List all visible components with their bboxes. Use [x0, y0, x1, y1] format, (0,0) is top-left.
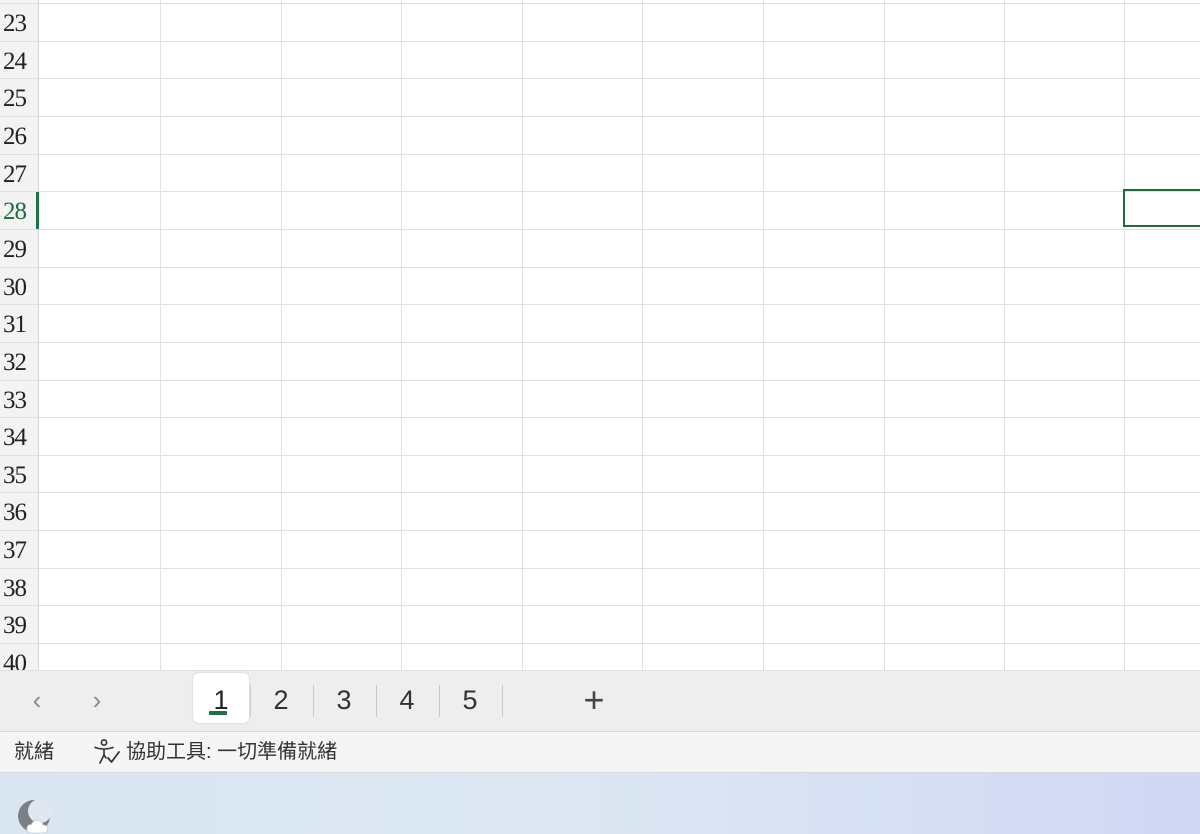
row-gridline — [0, 267, 1200, 268]
sheet-tab-1[interactable]: 1 — [193, 673, 249, 723]
row-gridline — [0, 530, 1200, 531]
row-number[interactable]: 36 — [3, 500, 27, 525]
status-ready-text: 就緒 — [14, 741, 54, 763]
taskbar — [0, 773, 1200, 834]
row-gridline — [0, 380, 1200, 381]
column-gridline — [642, 0, 643, 670]
row-gridline — [0, 304, 1200, 305]
row-gridline — [0, 154, 1200, 155]
tab-separator — [376, 685, 377, 717]
tab-separator — [313, 685, 314, 717]
row-number[interactable]: 37 — [3, 538, 27, 563]
row-gridline — [0, 605, 1200, 606]
status-bar: 就緒 協助工具: 一切準備就緒 — [0, 731, 1200, 773]
row-gridline — [0, 643, 1200, 644]
column-gridline — [281, 0, 282, 670]
active-row-indicator — [36, 191, 39, 229]
column-gridline — [522, 0, 523, 670]
row-gridline — [0, 568, 1200, 569]
row-number[interactable]: 38 — [3, 576, 27, 601]
row-gridline — [0, 41, 1200, 42]
row-number[interactable]: 34 — [3, 425, 27, 450]
tab-separator — [439, 685, 440, 717]
tab-separator — [502, 685, 503, 717]
row-number[interactable]: 33 — [3, 388, 27, 413]
row-number[interactable]: 35 — [3, 463, 27, 488]
sheet-tab-label: 3 — [336, 685, 352, 715]
row-gridline — [0, 229, 1200, 230]
column-gridline — [160, 0, 161, 670]
weather-cloud-moon-icon[interactable] — [13, 795, 59, 834]
accessibility-status-button[interactable]: 協助工具: 一切準備就緒 — [92, 738, 337, 766]
column-gridline — [884, 0, 885, 670]
row-gridline — [0, 191, 1200, 192]
sheet-tab-bar: ‹ › 1 2 3 4 5 + — [0, 670, 1200, 731]
column-gridline — [1124, 0, 1125, 670]
row-gridline — [0, 342, 1200, 343]
sheet-tab-label: 5 — [462, 685, 478, 715]
row-number[interactable]: 30 — [3, 275, 27, 300]
accessibility-check-icon — [94, 739, 120, 764]
row-number[interactable]: 32 — [3, 350, 27, 375]
sheet-tab-label: 4 — [399, 685, 415, 715]
column-gridline — [763, 0, 764, 670]
column-gridline — [1004, 0, 1005, 670]
worksheet-grid[interactable]: 23 24 25 26 27 28 29 30 31 32 33 34 35 36 37 38 39 40 — [0, 0, 1200, 670]
row-gridline — [0, 492, 1200, 493]
sheet-tab-label: 2 — [273, 685, 289, 715]
row-number[interactable]: 25 — [3, 86, 27, 111]
sheet-tab-4[interactable]: 4 — [379, 673, 435, 723]
chevron-right-icon[interactable]: › — [80, 683, 114, 717]
row-number[interactable]: 39 — [3, 613, 27, 638]
row-number[interactable]: 24 — [3, 49, 27, 74]
row-gridline — [0, 78, 1200, 79]
row-number[interactable]: 40 — [3, 651, 27, 670]
active-tab-underline — [209, 711, 227, 715]
spreadsheet-window: 23 24 25 26 27 28 29 30 31 32 33 34 35 36 37 38 39 40 ‹ ›… — [0, 0, 1200, 834]
row-gridline — [0, 3, 1200, 4]
row-gridline — [0, 455, 1200, 456]
selected-cell[interactable] — [1123, 189, 1200, 227]
accessibility-status-text: 協助工具: 一切準備就緒 — [126, 741, 338, 763]
row-number[interactable]: 31 — [3, 312, 27, 337]
row-number[interactable]: 29 — [3, 237, 27, 262]
row-number[interactable]: 26 — [3, 124, 27, 149]
tab-separator — [250, 685, 251, 717]
plus-icon[interactable]: + — [574, 681, 614, 721]
row-gridline — [0, 417, 1200, 418]
chevron-left-icon[interactable]: ‹ — [20, 683, 54, 717]
column-gridline — [401, 0, 402, 670]
row-header-column: 23 24 25 26 27 28 29 30 31 32 33 34 35 36 37 38 39 40 — [0, 0, 39, 670]
sheet-tab-2[interactable]: 2 — [253, 673, 309, 723]
row-number[interactable]: 23 — [3, 11, 27, 36]
sheet-tab-5[interactable]: 5 — [442, 673, 498, 723]
sheet-tab-3[interactable]: 3 — [316, 673, 372, 723]
row-gridline — [0, 116, 1200, 117]
row-number[interactable]: 28 — [3, 199, 27, 224]
row-number[interactable]: 27 — [3, 162, 27, 187]
